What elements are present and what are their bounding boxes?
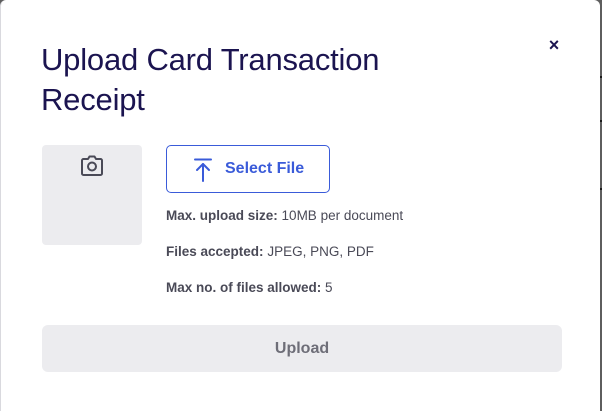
- modal-title: Upload Card Transaction Receipt: [41, 42, 380, 117]
- files-accepted-value: JPEG, PNG, PDF: [267, 244, 374, 259]
- max-upload-size-info: Max. upload size: 10MB per document: [166, 208, 403, 223]
- max-upload-size-label: Max. upload size:: [166, 208, 278, 223]
- upload-arrow-icon: [194, 158, 212, 182]
- max-files-label: Max no. of files allowed:: [166, 280, 322, 295]
- upload-button[interactable]: Upload: [42, 325, 562, 372]
- close-icon: ×: [548, 34, 560, 55]
- max-files-info: Max no. of files allowed: 5: [166, 280, 333, 295]
- select-file-button[interactable]: Select File: [166, 145, 330, 193]
- max-files-value: 5: [325, 280, 333, 295]
- max-upload-size-value: 10MB per document: [281, 208, 404, 223]
- close-button[interactable]: ×: [544, 35, 564, 55]
- files-accepted-label: Files accepted:: [166, 244, 264, 259]
- upload-receipt-modal: Upload Card Transaction Receipt × Select…: [0, 0, 600, 411]
- select-file-label: Select File: [225, 160, 305, 177]
- files-accepted-info: Files accepted: JPEG, PNG, PDF: [166, 244, 374, 259]
- upload-button-label: Upload: [274, 339, 330, 357]
- camera-icon: [81, 155, 103, 176]
